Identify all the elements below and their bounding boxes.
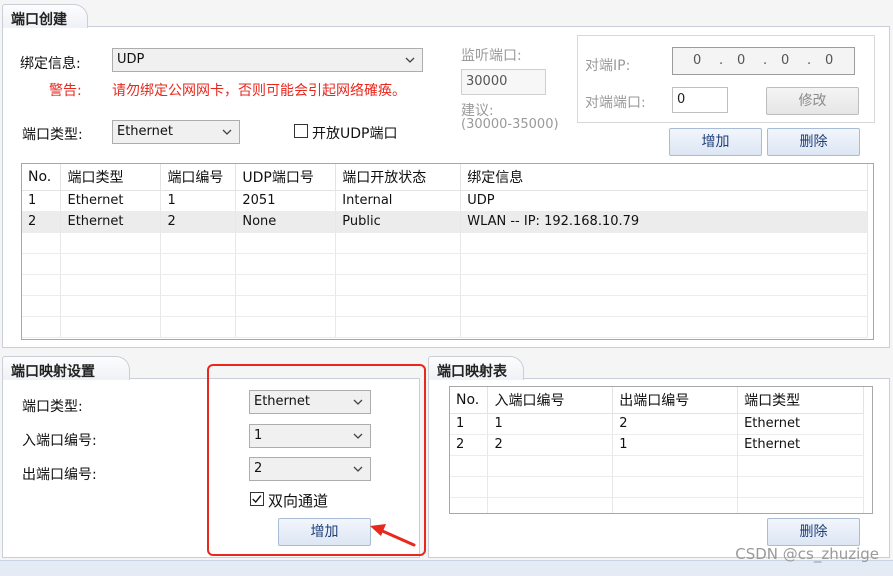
table-cell: Public: [335, 211, 462, 233]
peer-ip-octet-1: 0: [693, 53, 702, 68]
table-cell: 2: [450, 434, 489, 456]
table-cell: 1: [612, 434, 739, 456]
col-bind-info[interactable]: 绑定信息: [460, 164, 868, 191]
listen-port-value: 30000: [466, 74, 508, 89]
port-type-value: Ethernet: [117, 124, 173, 139]
chevron-down-icon: [405, 57, 415, 63]
warning-text: 请勿绑定公网网卡，否则可能会引起网络確痪。: [112, 83, 406, 99]
watermark: CSDN @cs_zhuzige: [735, 545, 879, 563]
empty-row: [22, 232, 868, 254]
in-port-label: 入端口编号:: [22, 433, 97, 449]
mapping-settings-tab[interactable]: 端口映射设置: [2, 356, 130, 380]
table-cell: 2: [160, 211, 237, 233]
empty-row: [22, 295, 868, 317]
peer-ip-label: 对端IP:: [585, 58, 631, 74]
modify-button[interactable]: 修改: [766, 87, 859, 115]
add-port-button[interactable]: 增加: [669, 128, 762, 156]
table-cell: None: [235, 211, 337, 233]
table-cell: Ethernet: [737, 434, 864, 456]
mapping-header-row: No. 入端口编号 出端口编号 端口类型: [450, 387, 864, 414]
map-col-in-port[interactable]: 入端口编号: [487, 387, 614, 414]
table-cell: 2: [612, 413, 739, 435]
table-cell: 1: [160, 190, 237, 212]
mapping-settings-tab-label: 端口映射设置: [11, 364, 95, 380]
suggest-range: (30000-35000): [461, 117, 559, 132]
table-cell: UDP: [460, 190, 868, 212]
table-cell: 2: [487, 434, 614, 456]
table-cell: Ethernet: [737, 413, 864, 435]
peer-ip-octet-2: 0: [737, 53, 746, 68]
chevron-down-icon: [222, 129, 232, 135]
peer-ip-input[interactable]: 0 . 0 . 0 . 0: [672, 47, 855, 75]
port-list-table-frame: No. 端口类型 端口编号 UDP端口号 端口开放状态 绑定信息 1 Ether…: [21, 163, 874, 340]
port-create-tab[interactable]: 端口创建: [2, 4, 88, 28]
table-cell: 1: [450, 413, 489, 435]
delete-mapping-button[interactable]: 删除: [767, 518, 860, 546]
port-create-tab-label: 端口创建: [11, 12, 67, 28]
peer-ip-octet-3: 0: [781, 53, 790, 68]
mapping-table: No. 入端口编号 出端口编号 端口类型 1 1 2 Ethernet 2 2 …: [450, 387, 864, 513]
delete-port-button[interactable]: 删除: [767, 128, 860, 156]
peer-port-value: 0: [677, 92, 686, 107]
table-cell: Internal: [335, 190, 462, 212]
col-port-type[interactable]: 端口类型: [60, 164, 162, 191]
port-type-label: 端口类型:: [22, 127, 83, 143]
listen-port-input[interactable]: 30000: [461, 69, 546, 95]
open-udp-label: 开放UDP端口: [312, 126, 398, 142]
empty-row: [22, 316, 868, 338]
col-port-number[interactable]: 端口编号: [160, 164, 237, 191]
table-cell: 1: [22, 190, 62, 212]
col-open-state[interactable]: 端口开放状态: [335, 164, 462, 191]
col-no[interactable]: No.: [22, 164, 62, 191]
mapping-table-tab[interactable]: 端口映射表: [428, 356, 524, 380]
empty-row: [450, 455, 864, 477]
bind-info-value: UDP: [117, 52, 145, 67]
peer-ip-dot-1: .: [719, 53, 724, 68]
port-list-header-row: No. 端口类型 端口编号 UDP端口号 端口开放状态 绑定信息: [22, 164, 868, 191]
table-cell: 2051: [235, 190, 337, 212]
peer-port-label: 对端端口:: [585, 95, 646, 111]
map-port-type-label: 端口类型:: [22, 399, 83, 415]
table-cell: Ethernet: [60, 190, 162, 212]
table-cell: 2: [22, 211, 62, 233]
open-udp-checkbox[interactable]: [294, 124, 308, 138]
table-row[interactable]: 1 1 2 Ethernet: [450, 413, 864, 435]
mapping-table-tab-label: 端口映射表: [437, 364, 507, 380]
empty-row: [22, 274, 868, 296]
port-list-table: No. 端口类型 端口编号 UDP端口号 端口开放状态 绑定信息 1 Ether…: [22, 164, 868, 338]
table-cell: 1: [487, 413, 614, 435]
bind-info-label: 绑定信息:: [20, 56, 81, 72]
table-cell: Ethernet: [60, 211, 162, 233]
listen-port-label: 监听端口:: [461, 48, 522, 64]
table-row[interactable]: 1 Ethernet 1 2051 Internal UDP: [22, 190, 868, 212]
empty-row: [450, 497, 864, 513]
table-cell: WLAN -- IP: 192.168.10.79: [460, 211, 868, 233]
out-port-label: 出端口编号:: [22, 467, 97, 483]
warning-label: 警告:: [49, 83, 82, 99]
peer-ip-dot-2: .: [763, 53, 768, 68]
table-row[interactable]: 2 Ethernet 2 None Public WLAN -- IP: 192…: [22, 211, 868, 233]
arrow-annotation-icon: [370, 524, 416, 547]
mapping-table-frame: No. 入端口编号 出端口编号 端口类型 1 1 2 Ethernet 2 2 …: [449, 386, 873, 514]
col-udp-port[interactable]: UDP端口号: [235, 164, 337, 191]
peer-port-input[interactable]: 0: [672, 87, 728, 113]
port-type-select[interactable]: Ethernet: [112, 120, 240, 144]
peer-ip-octet-4: 0: [825, 53, 834, 68]
map-col-port-type[interactable]: 端口类型: [737, 387, 864, 414]
table-row[interactable]: 2 2 1 Ethernet: [450, 434, 864, 456]
empty-row: [450, 476, 864, 498]
bind-info-select[interactable]: UDP: [112, 48, 423, 72]
empty-row: [22, 253, 868, 275]
map-col-no[interactable]: No.: [450, 387, 489, 414]
peer-ip-dot-3: .: [807, 53, 812, 68]
map-col-out-port[interactable]: 出端口编号: [612, 387, 739, 414]
